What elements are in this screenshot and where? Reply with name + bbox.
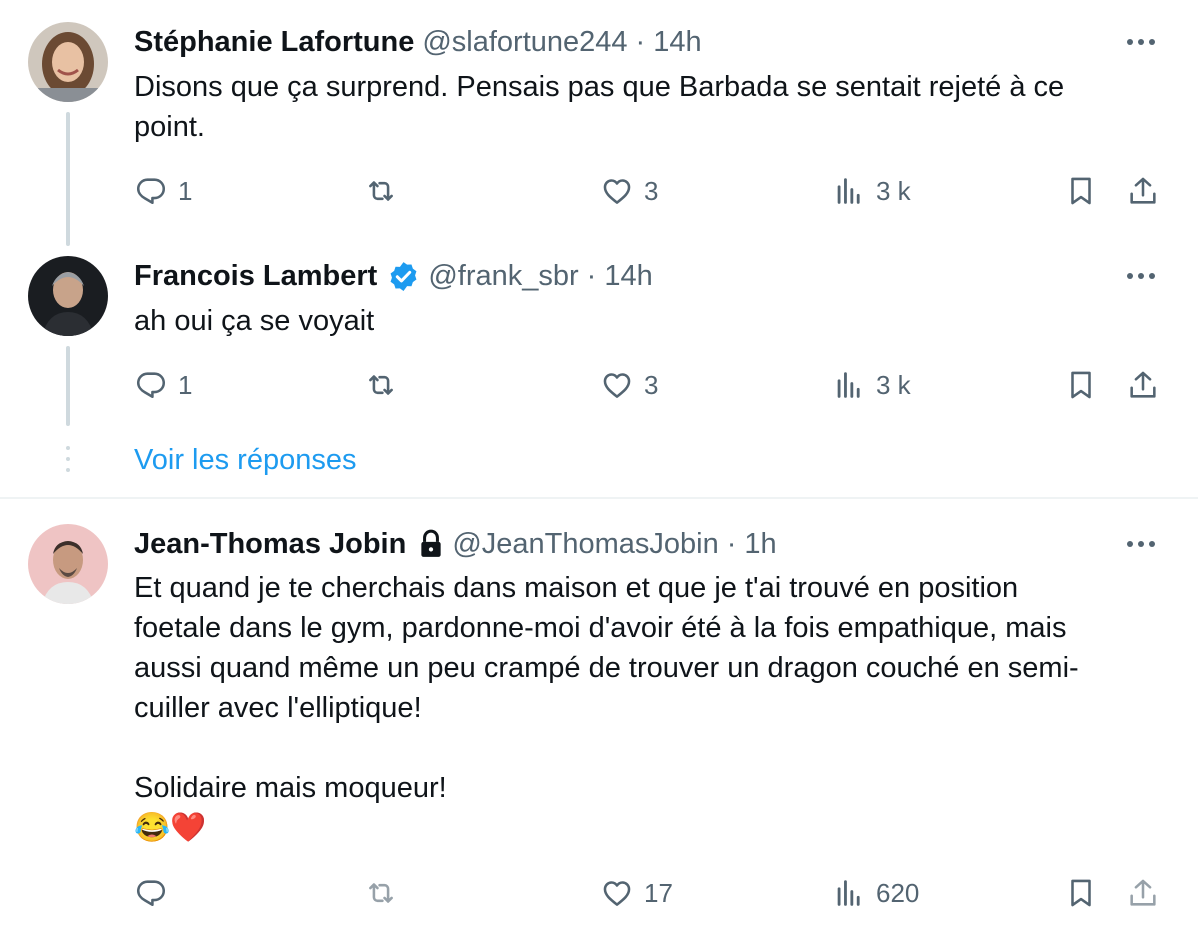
views-count: 3 k (876, 369, 911, 400)
views-icon (837, 372, 860, 398)
tweet-text: ah oui ça se voyait (134, 305, 375, 337)
retweet-button[interactable] (364, 876, 408, 910)
thread-dots (66, 446, 70, 479)
author-name[interactable]: Francois Lambert (134, 260, 377, 293)
like-icon (603, 373, 631, 398)
avatar-jean-thomas[interactable] (28, 524, 108, 604)
reply-icon (136, 880, 166, 907)
bookmark-button[interactable] (1064, 368, 1098, 402)
views-icon (837, 178, 860, 204)
author-handle[interactable]: @slafortune244 (422, 26, 627, 59)
tweet-header: Jean-Thomas Jobin @JeanThomasJobin · 1h (134, 524, 777, 564)
separator-dot: · (726, 527, 737, 560)
separator-dot: · (635, 25, 646, 58)
like-count: 3 (644, 369, 659, 400)
bookmark-icon (1071, 177, 1091, 205)
show-replies-link[interactable]: Voir les réponses (134, 444, 356, 477)
like-count: 3 (644, 175, 659, 206)
like-button[interactable]: 3 (600, 368, 658, 402)
timestamp[interactable]: 14h (653, 26, 701, 59)
author-name[interactable]: Stéphanie Lafortune (134, 26, 414, 59)
share-icon (1130, 177, 1156, 204)
share-icon (1130, 879, 1156, 906)
like-icon (603, 881, 631, 906)
share-button[interactable] (1126, 174, 1160, 208)
tweet-text-line: aussi quand même un peu crampé de trouve… (134, 652, 1079, 684)
reply-button[interactable]: 1 (134, 174, 192, 208)
tweet-emoji: 😂❤️ (134, 812, 207, 844)
more-icon[interactable] (1124, 259, 1158, 293)
share-button[interactable] (1126, 876, 1160, 910)
reply-icon (136, 372, 166, 399)
views-count: 3 k (876, 175, 911, 206)
retweet-button[interactable] (364, 368, 408, 402)
author-handle[interactable]: @frank_sbr (428, 260, 578, 293)
lock-icon (421, 529, 441, 557)
tweet-text-line: foetale dans le gym, pardonne-moi d'avoi… (134, 612, 1067, 644)
like-icon (603, 179, 631, 204)
like-button[interactable]: 17 (600, 876, 673, 910)
retweet-icon (369, 181, 393, 201)
timestamp[interactable]: 1h (744, 528, 776, 561)
share-button[interactable] (1126, 368, 1160, 402)
verified-badge-icon (390, 261, 417, 291)
more-icon[interactable] (1124, 527, 1158, 561)
tweet-text-2: Solidaire mais moqueur! (134, 772, 447, 804)
author-name[interactable]: Jean-Thomas Jobin (134, 528, 406, 561)
thread-line (66, 112, 70, 246)
separator-dot: · (586, 259, 597, 292)
views-button[interactable]: 3 k (832, 174, 911, 208)
avatar-francois[interactable] (28, 256, 108, 336)
tweet-header: Stéphanie Lafortune @slafortune244 · 14h (134, 22, 702, 62)
retweet-icon (369, 375, 393, 395)
reply-button[interactable] (134, 876, 178, 910)
bookmark-button[interactable] (1064, 174, 1098, 208)
views-count: 620 (876, 877, 920, 908)
views-icon (837, 880, 860, 906)
retweet-button[interactable] (364, 174, 408, 208)
reply-icon (136, 178, 166, 205)
tweet-text-line: Et quand je te cherchais dans maison et … (134, 572, 1019, 604)
tweet-text: Et quand je te cherchais dans maison et … (134, 568, 1144, 728)
author-handle[interactable]: @JeanThomasJobin (452, 528, 718, 561)
retweet-icon (369, 883, 393, 903)
like-button[interactable]: 3 (600, 174, 658, 208)
avatar-stephanie[interactable] (28, 22, 108, 102)
more-icon[interactable] (1124, 25, 1158, 59)
reply-count: 1 (178, 175, 193, 206)
like-count: 17 (644, 877, 673, 908)
bookmark-button[interactable] (1064, 876, 1098, 910)
views-button[interactable]: 3 k (832, 368, 911, 402)
tweet-text: Disons que ça surprend. Pensais pas que … (134, 71, 1065, 143)
tweet-text-line: cuiller avec l'elliptique! (134, 692, 422, 724)
bookmark-icon (1071, 371, 1091, 399)
thread-line (66, 346, 70, 426)
reply-button[interactable]: 1 (134, 368, 192, 402)
reply-count: 1 (178, 369, 193, 400)
bookmark-icon (1071, 879, 1091, 907)
timestamp[interactable]: 14h (604, 260, 652, 293)
tweet-header: Francois Lambert @frank_sbr · 14h (134, 256, 653, 296)
share-icon (1130, 371, 1156, 398)
divider (0, 497, 1198, 499)
views-button[interactable]: 620 (832, 876, 919, 910)
